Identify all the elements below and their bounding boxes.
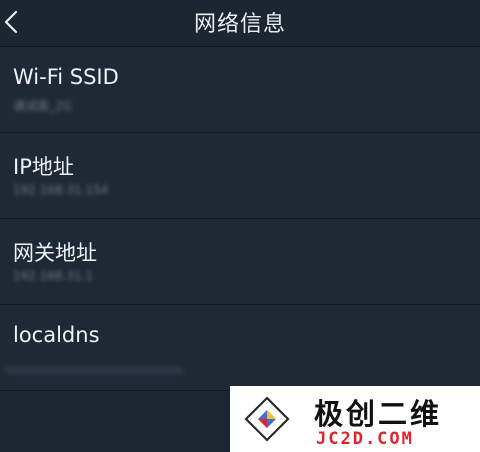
row-label: Wi-Fi SSID bbox=[13, 65, 119, 89]
watermark: 极创二维 JC2D.COM bbox=[230, 386, 480, 452]
list-item-localdns[interactable]: localdns bbox=[0, 305, 480, 391]
watermark-domain: JC2D.COM bbox=[316, 429, 414, 449]
row-value: 192.168.31.1 bbox=[13, 269, 94, 283]
row-label: 网关地址 bbox=[13, 241, 97, 265]
page-title: 网络信息 bbox=[193, 12, 286, 37]
nav-header: 网络信息 bbox=[0, 0, 480, 47]
list-item-ip-address[interactable]: IP地址 192.168.31.154 bbox=[0, 133, 480, 219]
watermark-name: 极创二维 bbox=[314, 397, 443, 431]
row-label: localdns bbox=[13, 323, 100, 347]
blurred-value bbox=[4, 367, 184, 373]
network-info-list: Wi-Fi SSID 请试座_2G IP地址 192.168.31.154 网关… bbox=[0, 47, 480, 391]
row-value: 192.168.31.154 bbox=[13, 183, 109, 197]
cube-logo-icon bbox=[244, 396, 290, 442]
row-value: 请试座_2G bbox=[13, 99, 72, 113]
list-item-gateway-address[interactable]: 网关地址 192.168.31.1 bbox=[0, 219, 480, 305]
row-label: IP地址 bbox=[13, 155, 74, 179]
list-item-wifi-ssid[interactable]: Wi-Fi SSID 请试座_2G bbox=[0, 47, 480, 133]
